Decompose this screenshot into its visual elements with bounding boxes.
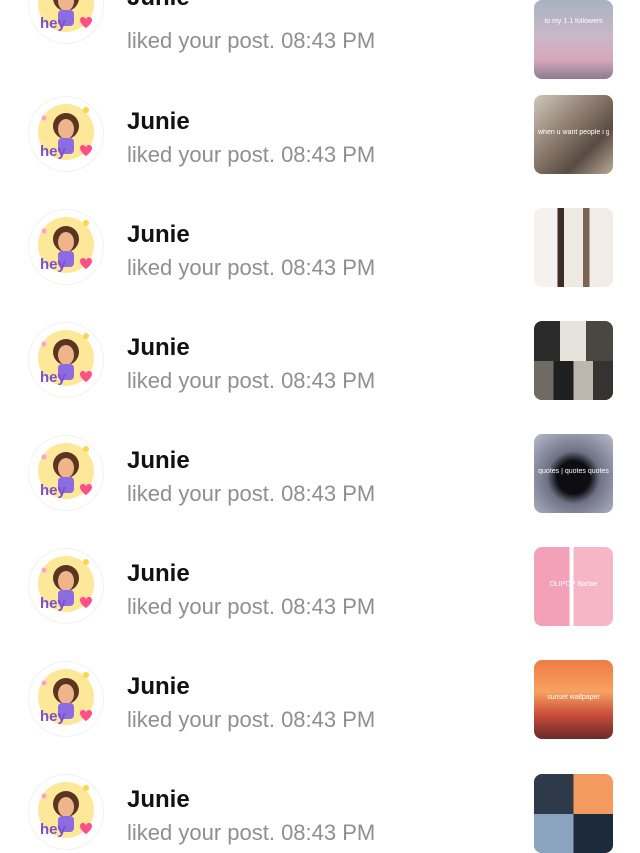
bitmoji-hey-icon: hey [38, 217, 94, 273]
post-thumbnail[interactable]: to my 1.1 followers [534, 0, 613, 79]
bitmoji-hey-icon: hey [38, 104, 94, 160]
svg-text:hey: hey [40, 482, 67, 499]
notification-text: liked your post. 08:43 PM [127, 820, 376, 845]
avatar[interactable]: hey [28, 96, 104, 172]
avatar[interactable]: hey [28, 661, 104, 737]
avatar[interactable]: hey [28, 0, 104, 44]
svg-text:hey: hey [40, 369, 67, 386]
notification-row[interactable]: hey Junie liked your post. 08:43 PM OLIP… [0, 547, 640, 661]
bitmoji-hey-icon: hey [38, 443, 94, 499]
user-name[interactable]: Junie [127, 786, 190, 814]
notification-list: hey Junie liked your post. 08:43 PM to m… [0, 0, 640, 853]
svg-text:hey: hey [40, 708, 67, 725]
notification-row[interactable]: hey Junie liked your post. 08:43 PM when… [0, 95, 640, 209]
notification-row[interactable]: hey Junie liked your post. 08:43 PM [0, 321, 640, 435]
notification-text: liked your post. 08:43 PM [127, 255, 376, 280]
user-name[interactable]: Junie [127, 108, 190, 136]
bitmoji-hey-icon: hey [38, 330, 94, 386]
svg-text:hey: hey [40, 595, 67, 612]
user-name[interactable]: Junie [127, 447, 190, 475]
svg-text:hey: hey [40, 256, 67, 273]
avatar[interactable]: hey [28, 435, 104, 511]
avatar[interactable]: hey [28, 774, 104, 850]
avatar[interactable]: hey [28, 548, 104, 624]
user-name[interactable]: Junie [127, 673, 190, 701]
bitmoji-hey-icon: hey [38, 669, 94, 725]
user-name[interactable]: Junie [127, 334, 190, 362]
post-thumbnail[interactable]: sunset wallpaper [534, 660, 613, 739]
thumbnail-caption: to my 1.1 followers [544, 18, 603, 25]
avatar[interactable]: hey [28, 322, 104, 398]
notification-text: liked your post. 08:43 PM [127, 28, 376, 53]
svg-text:hey: hey [40, 15, 67, 32]
user-name[interactable]: Junie [127, 221, 190, 249]
bitmoji-hey-icon: hey [38, 782, 94, 838]
post-thumbnail[interactable] [534, 321, 613, 400]
user-name[interactable]: Junie [127, 560, 190, 588]
thumbnail-caption: quotes | quotes quotes [538, 468, 609, 475]
svg-text:hey: hey [40, 821, 67, 838]
thumbnail-caption: sunset wallpaper [547, 694, 600, 701]
notification-text: liked your post. 08:43 PM [127, 368, 376, 393]
notification-row[interactable]: hey Junie liked your post. 08:43 PM to m… [0, 0, 640, 99]
post-thumbnail[interactable]: quotes | quotes quotes [534, 434, 613, 513]
notification-text: liked your post. 08:43 PM [127, 481, 376, 506]
svg-text:hey: hey [40, 143, 67, 160]
thumbnail-caption: when u want people i get [538, 129, 609, 136]
post-thumbnail[interactable]: when u want people i get [534, 95, 613, 174]
post-thumbnail[interactable] [534, 208, 613, 287]
notification-text: liked your post. 08:43 PM [127, 707, 376, 732]
notification-row[interactable]: hey Junie liked your post. 08:43 PM [0, 208, 640, 322]
avatar[interactable]: hey [28, 209, 104, 285]
post-thumbnail[interactable]: OLIPOP Barbie [534, 547, 613, 626]
bitmoji-hey-icon: hey [38, 0, 94, 32]
notification-text: liked your post. 08:43 PM [127, 594, 376, 619]
notification-row[interactable]: hey Junie liked your post. 08:43 PM suns… [0, 660, 640, 774]
post-thumbnail[interactable] [534, 774, 613, 853]
notification-row[interactable]: hey Junie liked your post. 08:43 PM quot… [0, 434, 640, 548]
thumbnail-caption: OLIPOP Barbie [549, 581, 598, 588]
notification-row[interactable]: hey Junie liked your post. 08:43 PM [0, 774, 640, 853]
bitmoji-hey-icon: hey [38, 556, 94, 612]
user-name[interactable]: Junie [127, 0, 190, 12]
notification-text: liked your post. 08:43 PM [127, 142, 376, 167]
